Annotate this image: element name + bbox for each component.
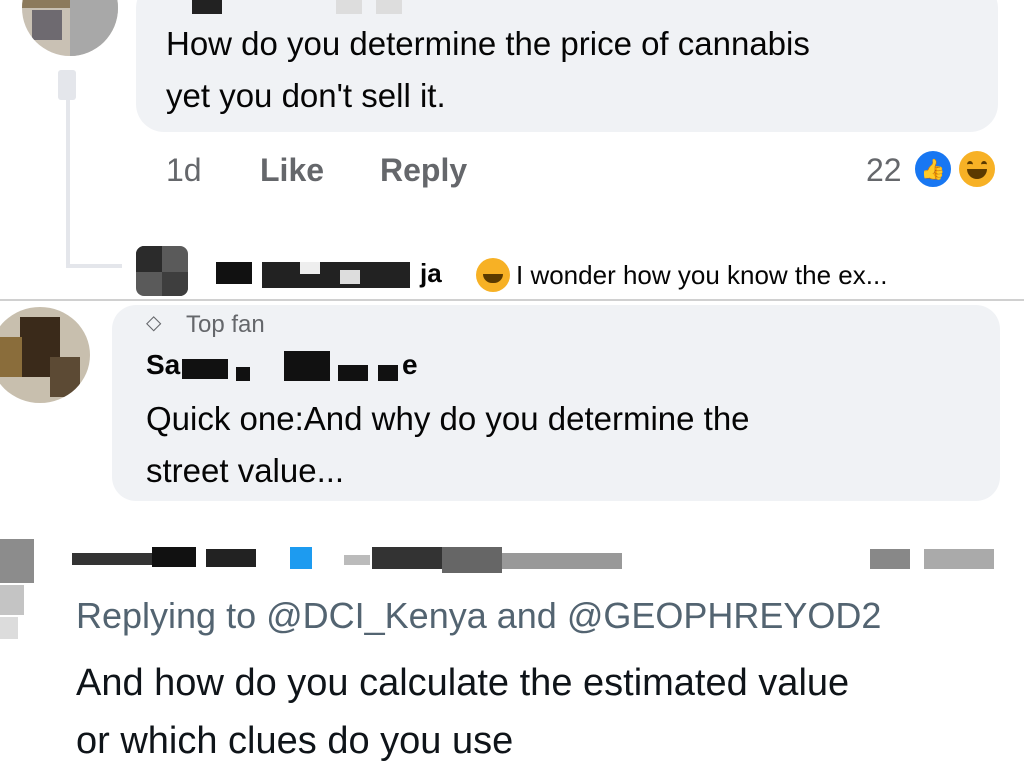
redacted-reply-name — [300, 262, 320, 274]
comment-text-line1: Quick one:And why do you determine the — [146, 400, 750, 437]
thread-marker — [58, 70, 76, 100]
comment-text-line1: How do you determine the price of cannab… — [166, 25, 810, 62]
redacted-name — [284, 351, 330, 381]
redacted-handle — [502, 553, 622, 569]
redacted-display-name — [206, 549, 256, 567]
tweet-avatar[interactable] — [0, 539, 34, 583]
redacted-handle — [344, 555, 370, 565]
top-fan-badge: Top fan — [186, 311, 265, 338]
redacted-name-part — [376, 0, 402, 14]
redacted-name — [338, 365, 368, 381]
verified-badge-icon — [290, 547, 312, 569]
reply-button[interactable]: Reply — [380, 152, 467, 189]
tweet-text-line2: or which clues do you use — [76, 720, 514, 762]
tweet-text-line1: And how do you calculate the estimated v… — [76, 662, 850, 704]
like-icon: 👍 — [912, 148, 954, 190]
commenter-avatar[interactable] — [22, 0, 118, 56]
reply-preview-text[interactable]: I wonder how you know the ex... — [516, 260, 887, 291]
reply-preview-name[interactable]: ja — [420, 258, 442, 289]
redacted-reply-name — [216, 262, 252, 284]
facebook-comment-section: How do you determine the price of cannab… — [0, 0, 1024, 300]
commenter-name-prefix[interactable]: Sa — [146, 349, 180, 381]
redacted-name — [192, 0, 222, 14]
comment-text-line2: yet you don't sell it. — [166, 77, 446, 114]
haha-icon — [476, 258, 510, 292]
thread-connector-line — [66, 72, 70, 268]
redacted-name-part — [336, 0, 362, 14]
haha-icon — [956, 148, 998, 190]
topfan-comment-section: ◇ Top fan Sa e Quick one:And why do you … — [0, 301, 1024, 513]
redacted-display-name — [72, 553, 152, 565]
commenter-name-suffix[interactable]: e — [402, 349, 418, 381]
redacted-name — [378, 365, 398, 381]
redacted-name — [236, 367, 250, 381]
redacted-reply-name — [262, 262, 410, 288]
replying-to-label[interactable]: Replying to @DCI_Kenya and @GEOPHREYOD2 — [76, 595, 881, 637]
redacted-handle — [372, 547, 442, 569]
redacted-display-name — [152, 547, 196, 567]
reply-avatar[interactable] — [136, 246, 188, 296]
tweet-avatar — [0, 617, 18, 639]
redacted-name — [182, 359, 228, 379]
commenter-avatar[interactable] — [0, 307, 90, 403]
redacted-timestamp — [870, 549, 910, 569]
comment-timestamp[interactable]: 1d — [166, 152, 202, 189]
redacted-reply-name — [340, 270, 360, 284]
comment-text-line2: street value... — [146, 452, 345, 489]
tweet-avatar — [0, 585, 24, 615]
tweet-reply-section: Replying to @DCI_Kenya and @GEOPHREYOD2 … — [0, 513, 1024, 768]
thread-connector-curve — [66, 264, 122, 268]
reaction-count[interactable]: 22 — [866, 152, 902, 189]
diamond-icon: ◇ — [146, 312, 162, 334]
redacted-timestamp — [924, 549, 994, 569]
redacted-handle — [442, 547, 502, 573]
like-button[interactable]: Like — [260, 152, 324, 189]
